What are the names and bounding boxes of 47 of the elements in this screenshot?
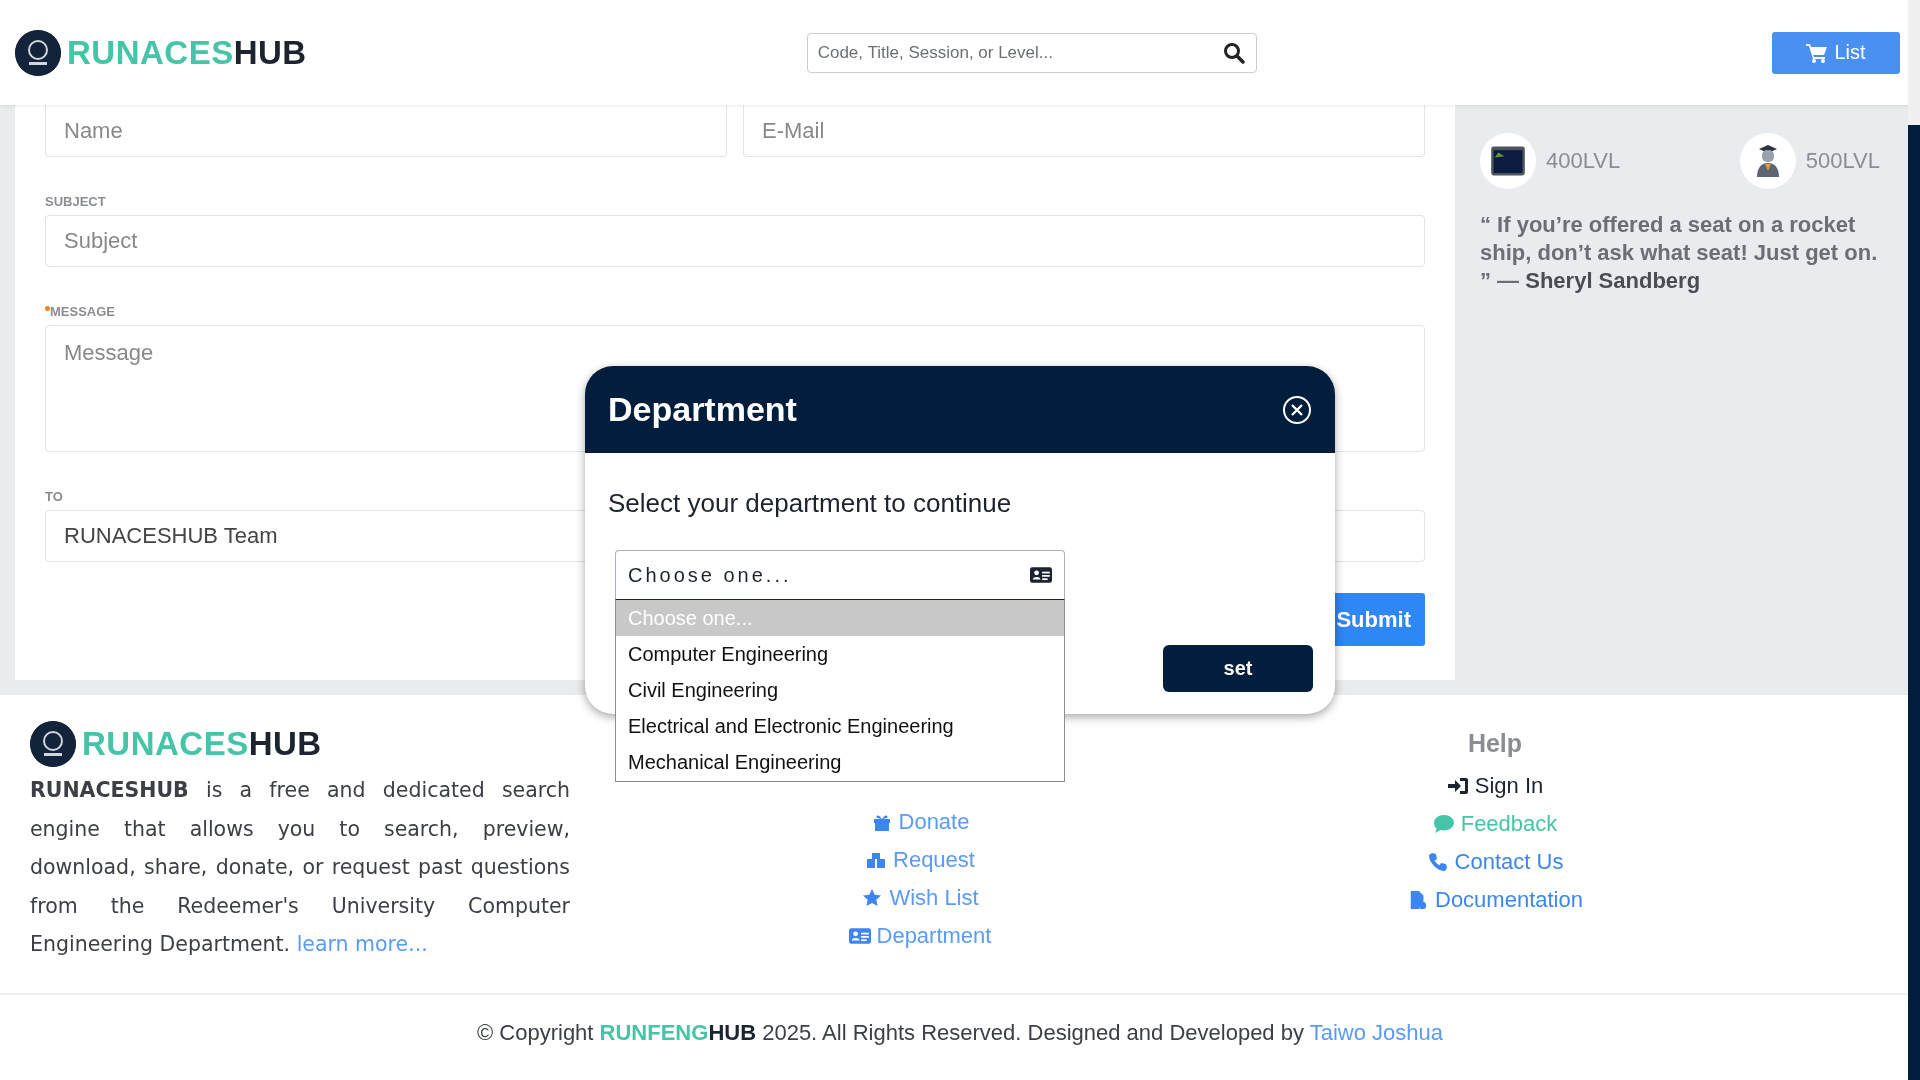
chat-bubble-icon	[1432, 814, 1455, 834]
footer-link[interactable]: Request	[865, 846, 975, 874]
level-avatar[interactable]	[1480, 133, 1536, 189]
cart-icon	[1806, 42, 1829, 63]
phone-icon	[1426, 852, 1449, 872]
about-text: RUNACESHUB is a free and dedicated search engine that allows you to search, preview, download, share, donate, or request past questions from the Redeemer's University Computer Engineering Department. learn more...	[30, 777, 570, 958]
list-button[interactable]: List	[1772, 31, 1900, 74]
search-icon[interactable]	[1222, 41, 1245, 64]
field-label: SUBJECT	[45, 194, 106, 209]
field-label: TO	[45, 489, 63, 504]
level-label[interactable]: 400LVL	[1546, 148, 1621, 174]
logo-icon	[15, 29, 61, 76]
monitor-icon	[1490, 144, 1526, 178]
name-field[interactable]: Name	[45, 105, 727, 157]
dropdown-option[interactable]: Electrical and Electronic Engineering	[616, 708, 1064, 744]
author-link[interactable]: Taiwo Joshua	[1309, 1020, 1443, 1045]
learn-more-link[interactable]: learn more...	[296, 932, 428, 956]
dialog-prompt: Select your department to continue	[608, 488, 1013, 519]
subject-field[interactable]: Subject	[45, 215, 1425, 267]
dropdown-option[interactable]: Mechanical Engineering	[616, 744, 1064, 780]
field-label: MESSAGE	[50, 304, 115, 319]
footer-link[interactable]: Feedback	[1432, 810, 1558, 838]
footer-link[interactable]: Documentation	[1407, 886, 1583, 914]
star-icon	[861, 888, 884, 908]
level-label[interactable]: 500LVL	[1805, 148, 1880, 174]
search-field[interactable]: Code, Title, Session, or Level...	[806, 32, 1257, 73]
footer-link[interactable]: Wish List	[861, 884, 979, 912]
dropdown-option[interactable]: Computer Engineering	[616, 636, 1064, 672]
dropdown-option[interactable]: Civil Engineering	[616, 672, 1064, 708]
quote-text: “ If you’re offered a seat on a rocket ship, don’t ask what seat! Just get on. ” — Sheryl Sandberg	[1480, 211, 1879, 295]
dialog-title: Department	[608, 390, 798, 429]
sign-in-icon	[1446, 776, 1469, 796]
logo-text[interactable]: RUNACESHUB	[67, 33, 307, 72]
email-field[interactable]: E-Mail	[743, 105, 1425, 157]
department-select[interactable]: Choose one...	[615, 550, 1065, 600]
footer-link[interactable]: Contact Us	[1426, 848, 1564, 876]
set-button[interactable]: set	[1163, 645, 1313, 692]
logo-text[interactable]: RUNACESHUB	[82, 725, 322, 763]
help-heading: Help	[1467, 729, 1523, 758]
logo-icon	[30, 721, 76, 767]
footer-link[interactable]: Donate	[870, 808, 970, 836]
footer-link[interactable]: Department	[848, 922, 992, 950]
close-icon[interactable]	[1282, 394, 1312, 425]
box-icon	[865, 850, 887, 870]
footer-link[interactable]: Sign In	[1446, 772, 1544, 800]
id-card-icon	[1030, 565, 1052, 585]
id-card-icon	[848, 926, 871, 946]
